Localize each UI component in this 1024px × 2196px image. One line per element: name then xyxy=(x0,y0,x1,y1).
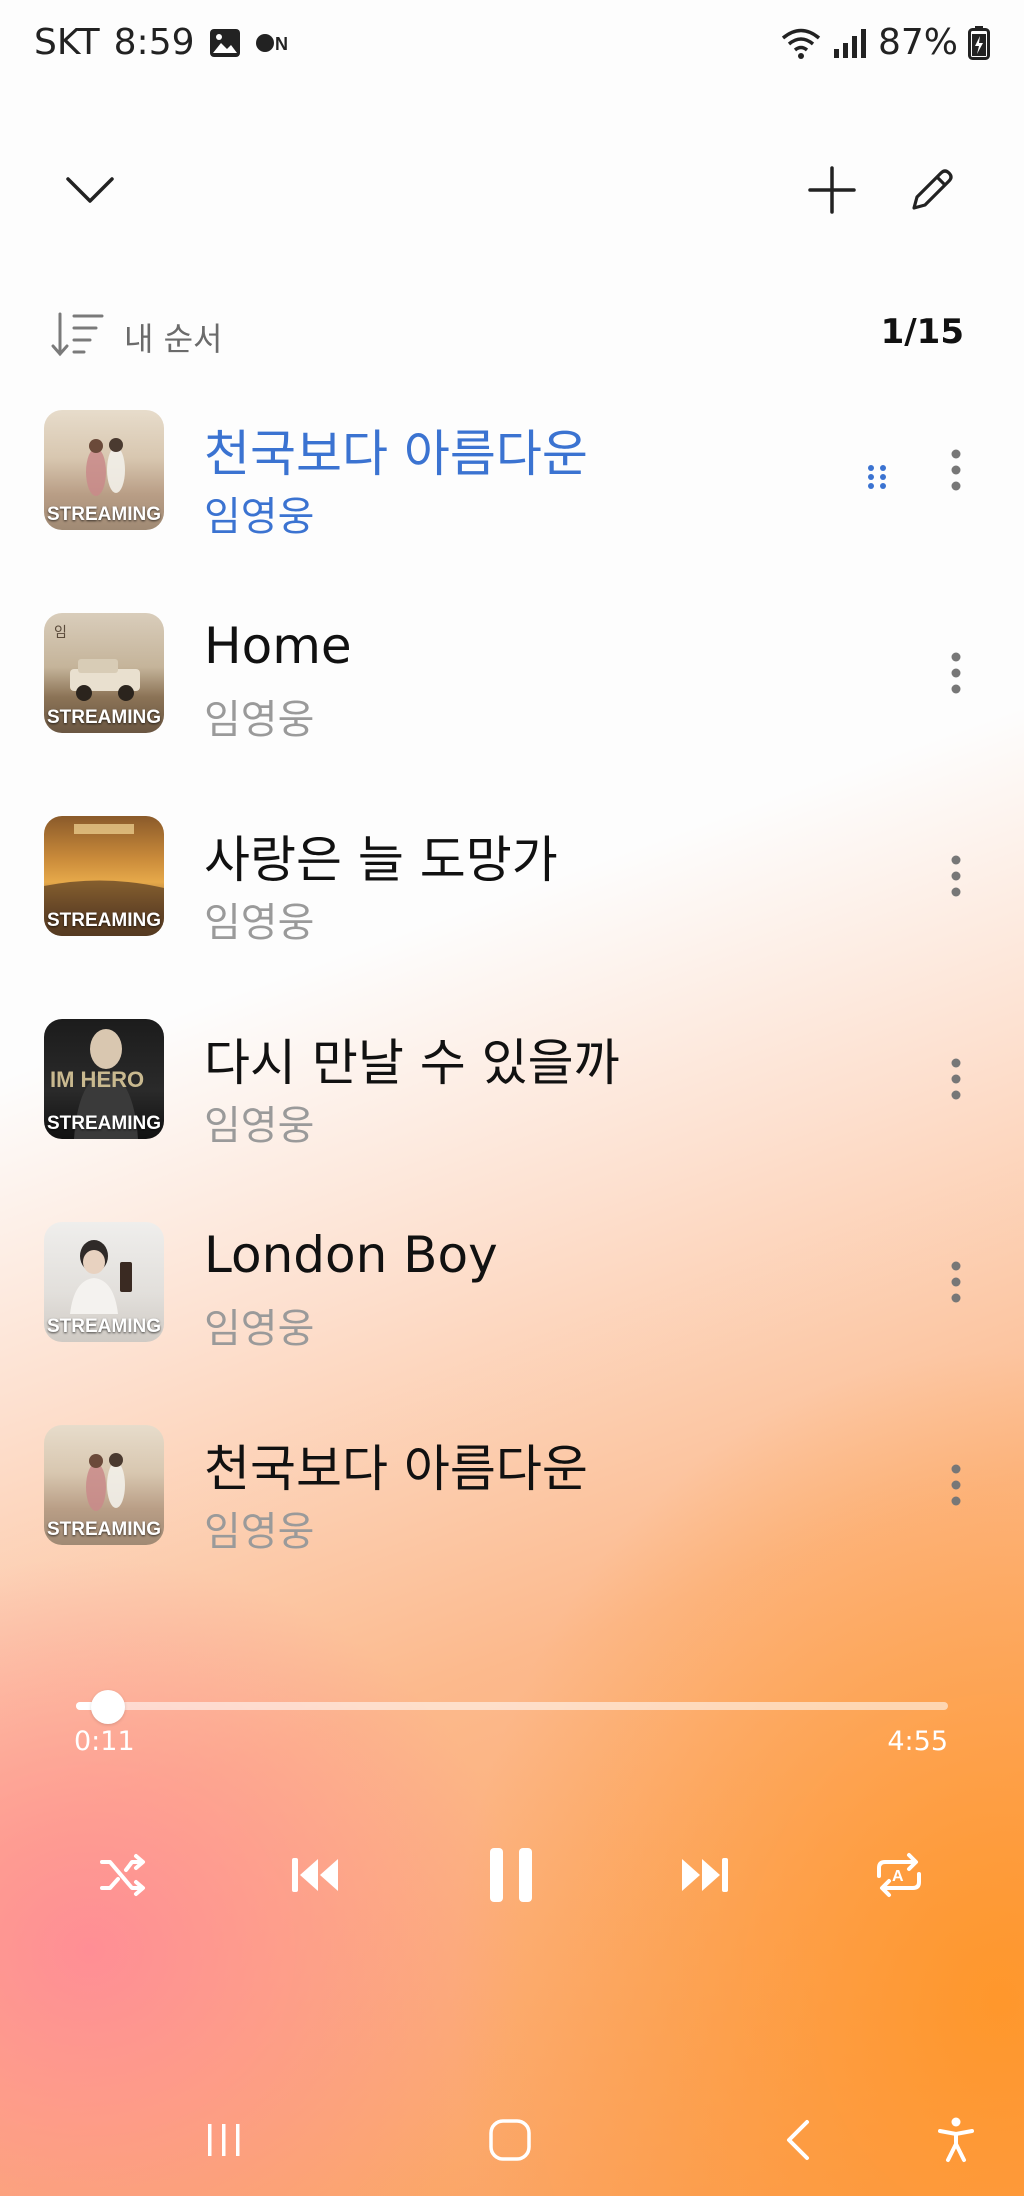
track-artist: 임영웅 xyxy=(204,697,315,743)
more-options-button[interactable] xyxy=(936,1252,976,1312)
accessibility-icon xyxy=(936,2116,976,2164)
home-icon xyxy=(488,2118,532,2162)
album-art: STREAMING xyxy=(44,1425,164,1545)
more-vertical-icon xyxy=(950,1463,962,1507)
pause-icon xyxy=(488,1846,534,1904)
more-options-button[interactable] xyxy=(936,846,976,906)
sort-label[interactable]: 내 순서 xyxy=(124,314,223,360)
track-artist: 임영웅 xyxy=(204,1509,315,1555)
status-bar: SKT 8:59 N 87% xyxy=(0,0,1024,90)
queue-list: STREAMING 천국보다 아름다운 임영웅 임 STREAMING Home… xyxy=(0,410,1024,1628)
battery-icon xyxy=(968,25,990,60)
pencil-icon xyxy=(908,166,956,214)
carrier: SKT xyxy=(34,22,100,63)
wifi-icon xyxy=(780,26,822,60)
total-time: 4:55 xyxy=(887,1726,948,1757)
sort-icon xyxy=(50,310,106,358)
more-options-button[interactable] xyxy=(936,1455,976,1515)
pause-button[interactable] xyxy=(466,1830,556,1920)
drag-handle-icon xyxy=(862,462,892,492)
streaming-badge: STREAMING xyxy=(47,1316,161,1337)
previous-icon xyxy=(290,1855,340,1895)
navigation-bar xyxy=(0,2100,1024,2180)
clock: 8:59 xyxy=(113,22,195,63)
streaming-badge: STREAMING xyxy=(47,504,161,525)
next-button[interactable] xyxy=(660,1830,750,1920)
seek-thumb[interactable] xyxy=(91,1690,125,1724)
shuffle-button[interactable] xyxy=(78,1830,168,1920)
collapse-button[interactable] xyxy=(50,150,130,230)
sort-row: 내 순서 1/15 xyxy=(0,300,1024,370)
plus-icon xyxy=(808,166,856,214)
recents-button[interactable] xyxy=(184,2100,264,2180)
track-artist: 임영웅 xyxy=(204,1306,315,1352)
list-item[interactable]: STREAMING London Boy 임영웅 xyxy=(0,1222,1024,1425)
more-options-button[interactable] xyxy=(936,643,976,703)
album-art: 임 STREAMING xyxy=(44,613,164,733)
more-options-button[interactable] xyxy=(936,1049,976,1109)
top-toolbar xyxy=(0,150,1024,230)
track-title: 천국보다 아름다운 xyxy=(204,1440,588,1498)
track-title: 다시 만날 수 있을까 xyxy=(204,1034,620,1092)
seek-bar[interactable] xyxy=(76,1690,948,1724)
svg-text:임: 임 xyxy=(54,625,67,641)
signal-icon xyxy=(832,27,868,59)
list-item[interactable]: IM HERO STREAMING 다시 만날 수 있을까 임영웅 xyxy=(0,1019,1024,1222)
svg-text:A: A xyxy=(892,1868,904,1885)
more-vertical-icon xyxy=(950,448,962,492)
svg-text:N: N xyxy=(275,34,288,54)
queue-position: 1/15 xyxy=(880,312,964,352)
track-title: 사랑은 늘 도망가 xyxy=(204,831,558,889)
track-title: Home xyxy=(204,617,352,675)
svg-text:IM HERO: IM HERO xyxy=(50,1067,144,1092)
album-art: STREAMING xyxy=(44,410,164,530)
track-artist: 임영웅 xyxy=(204,1103,315,1149)
repeat-button[interactable]: A xyxy=(854,1830,944,1920)
accessibility-button[interactable] xyxy=(916,2100,996,2180)
list-item[interactable]: 임 STREAMING Home 임영웅 xyxy=(0,613,1024,816)
streaming-badge: STREAMING xyxy=(47,1519,161,1540)
track-title: 천국보다 아름다운 xyxy=(204,425,588,483)
album-art: STREAMING xyxy=(44,1222,164,1342)
more-vertical-icon xyxy=(950,854,962,898)
list-item[interactable]: STREAMING 사랑은 늘 도망가 임영웅 xyxy=(0,816,1024,1019)
shuffle-icon xyxy=(98,1852,148,1898)
back-button[interactable] xyxy=(758,2100,838,2180)
current-time: 0:11 xyxy=(74,1726,135,1757)
drag-handle[interactable] xyxy=(862,462,892,492)
next-icon xyxy=(680,1855,730,1895)
streaming-badge: STREAMING xyxy=(47,1113,161,1134)
gallery-icon xyxy=(209,28,241,58)
list-item[interactable]: STREAMING 천국보다 아름다운 임영웅 xyxy=(0,410,1024,613)
more-vertical-icon xyxy=(950,1057,962,1101)
recents-icon xyxy=(202,2120,246,2160)
chevron-down-icon xyxy=(65,175,115,205)
track-artist: 임영웅 xyxy=(204,900,315,946)
edit-button[interactable] xyxy=(892,150,972,230)
album-art: STREAMING xyxy=(44,816,164,936)
track-title: London Boy xyxy=(204,1226,498,1284)
sort-button[interactable] xyxy=(50,310,106,358)
back-icon xyxy=(783,2118,813,2162)
home-button[interactable] xyxy=(470,2100,550,2180)
track-artist: 임영웅 xyxy=(204,494,315,540)
streaming-badge: STREAMING xyxy=(47,910,161,931)
album-art: IM HERO STREAMING xyxy=(44,1019,164,1139)
playback-controls: A xyxy=(0,1830,1024,1920)
repeat-a-icon: A xyxy=(873,1850,925,1900)
seek-track xyxy=(76,1702,948,1710)
more-options-button[interactable] xyxy=(936,440,976,500)
list-item[interactable]: STREAMING 천국보다 아름다운 임영웅 xyxy=(0,1425,1024,1628)
previous-button[interactable] xyxy=(270,1830,360,1920)
more-vertical-icon xyxy=(950,1260,962,1304)
battery-percent: 87% xyxy=(877,22,958,63)
streaming-badge: STREAMING xyxy=(47,707,161,728)
more-vertical-icon xyxy=(950,651,962,695)
on-icon: N xyxy=(255,31,293,55)
add-button[interactable] xyxy=(792,150,872,230)
